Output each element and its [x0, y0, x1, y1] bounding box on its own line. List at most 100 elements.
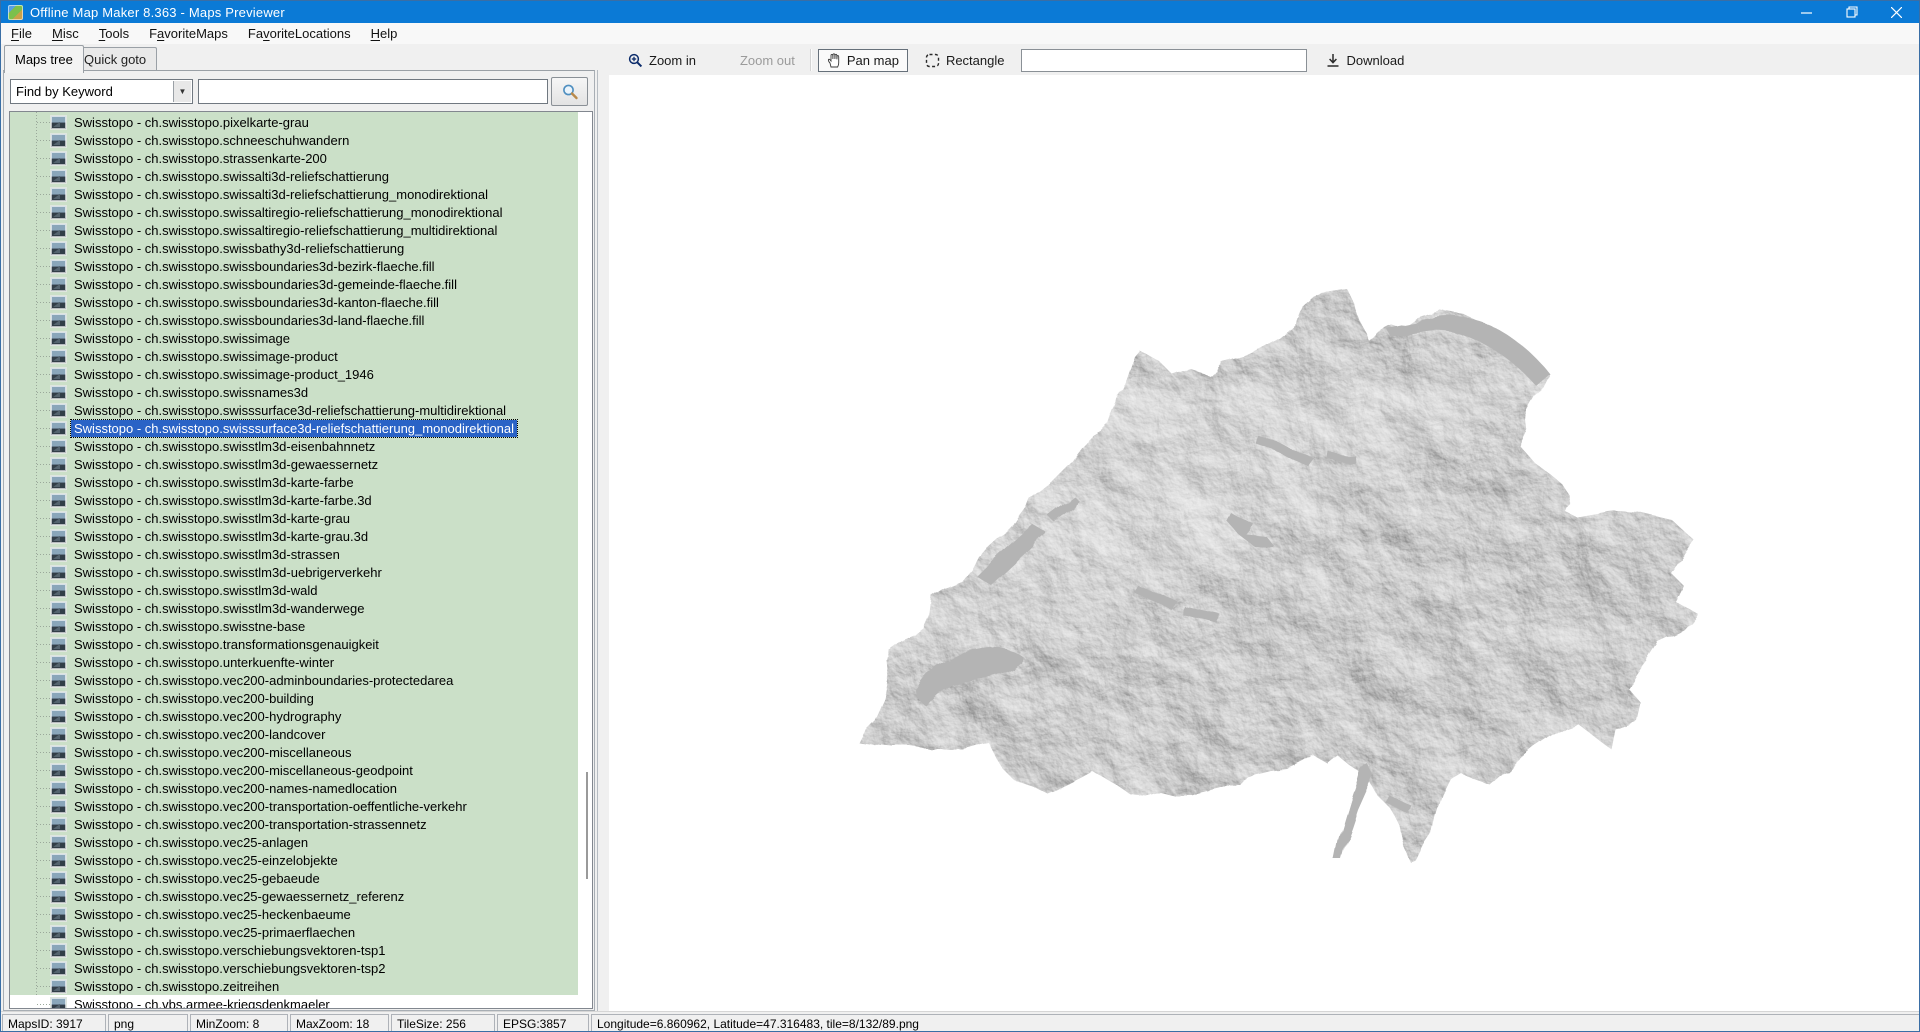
tree-item-label[interactable]: Swisstopo - ch.swisstopo.swissimage [71, 330, 293, 347]
menu-misc[interactable]: Misc [42, 24, 89, 43]
tree-item[interactable]: Swisstopo - ch.swisstopo.vec25-gewaesser… [10, 887, 593, 905]
tree-item[interactable]: Swisstopo - ch.swisstopo.swisstlm3d-kart… [10, 527, 593, 545]
tree-item-label[interactable]: Swisstopo - ch.swisstopo.swissimage-prod… [71, 366, 377, 383]
tree-item[interactable]: Swisstopo - ch.swisstopo.swissimage-prod… [10, 365, 593, 383]
tree-item[interactable]: Swisstopo - ch.swisstopo.verschiebungsve… [10, 959, 593, 977]
tree-item[interactable]: Swisstopo - ch.swisstopo.vec25-heckenbae… [10, 905, 593, 923]
tree-item-label[interactable]: Swisstopo - ch.swisstopo.vec200-building [71, 690, 317, 707]
tree-item[interactable]: Swisstopo - ch.swisstopo.transformations… [10, 635, 593, 653]
tree-item[interactable]: Swisstopo - ch.swisstopo.zeitreihen [10, 977, 593, 995]
tree-item[interactable]: Swisstopo - ch.swisstopo.swisstlm3d-gewa… [10, 455, 593, 473]
tree-item-label[interactable]: Swisstopo - ch.swisstopo.vec200-adminbou… [71, 672, 456, 689]
tree-item-label[interactable]: Swisstopo - ch.swisstopo.swisstlm3d-eise… [71, 438, 378, 455]
find-mode-combobox[interactable]: Find by Keyword ▼ [10, 79, 193, 104]
search-button[interactable] [551, 77, 588, 106]
tree-item[interactable]: Swisstopo - ch.swisstopo.swisssurface3d-… [10, 419, 593, 437]
tree-item[interactable]: Swisstopo - ch.swisstopo.vec25-einzelobj… [10, 851, 593, 869]
tree-item-label[interactable]: Swisstopo - ch.swisstopo.vec200-hydrogra… [71, 708, 344, 725]
map-canvas[interactable] [609, 75, 1920, 1011]
tree-item[interactable]: Swisstopo - ch.swisstopo.swisstlm3d-kart… [10, 491, 593, 509]
tree-item-label[interactable]: Swisstopo - ch.swisstopo.swissboundaries… [71, 312, 427, 329]
tree-item[interactable]: Swisstopo - ch.swisstopo.swissboundaries… [10, 257, 593, 275]
tree-item[interactable]: Swisstopo - ch.swisstopo.vec200-hydrogra… [10, 707, 593, 725]
restore-button[interactable] [1829, 1, 1874, 23]
tree-item-label[interactable]: Swisstopo - ch.swisstopo.swissboundaries… [71, 276, 460, 293]
menu-file[interactable]: File [1, 24, 42, 43]
tree-item-label[interactable]: Swisstopo - ch.swisstopo.vec200-transpor… [71, 816, 430, 833]
tree-item[interactable]: Swisstopo - ch.swisstopo.schneeschuhwand… [10, 131, 593, 149]
tree-item-label[interactable]: Swisstopo - ch.swisstopo.vec25-heckenbae… [71, 906, 354, 923]
tree-item[interactable]: Swisstopo - ch.swisstopo.swissboundaries… [10, 293, 593, 311]
tree-item[interactable]: Swisstopo - ch.swisstopo.swissnames3d [10, 383, 593, 401]
tree-item-label[interactable]: Swisstopo - ch.swisstopo.swissalti3d-rel… [71, 186, 491, 203]
tree-item[interactable]: Swisstopo - ch.swisstopo.swissbathy3d-re… [10, 239, 593, 257]
tree-item-label[interactable]: Swisstopo - ch.swisstopo.swisstlm3d-kart… [71, 492, 375, 509]
minimize-button[interactable] [1784, 1, 1829, 23]
tree-item[interactable]: Swisstopo - ch.swisstopo.swisstne-base [10, 617, 593, 635]
tree-item[interactable]: Swisstopo - ch.swisstopo.swissalti3d-rel… [10, 167, 593, 185]
tree-item-label[interactable]: Swisstopo - ch.swisstopo.swisstlm3d-kart… [71, 474, 357, 491]
tree-item[interactable]: Swisstopo - ch.swisstopo.verschiebungsve… [10, 941, 593, 959]
download-button[interactable]: Download [1317, 49, 1413, 72]
menu-favoritelocations[interactable]: FavoriteLocations [238, 24, 361, 43]
tree-item[interactable]: Swisstopo - ch.swisstopo.strassenkarte-2… [10, 149, 593, 167]
tree-item[interactable]: Swisstopo - ch.swisstopo.vec25-primaerfl… [10, 923, 593, 941]
tree-item-label[interactable]: Swisstopo - ch.swisstopo.zeitreihen [71, 978, 282, 995]
tree-item[interactable]: Swisstopo - ch.swisstopo.vec200-names-na… [10, 779, 593, 797]
tree-item-label[interactable]: Swisstopo - ch.swisstopo.vec25-gebaeude [71, 870, 323, 887]
tree-item-label[interactable]: Swisstopo - ch.swisstopo.swisssurface3d-… [71, 420, 517, 437]
tree-item-label[interactable]: Swisstopo - ch.swisstopo.swisstne-base [71, 618, 308, 635]
tree-item[interactable]: Swisstopo - ch.swisstopo.swissimage [10, 329, 593, 347]
tree-item[interactable]: Swisstopo - ch.swisstopo.unterkuenfte-wi… [10, 653, 593, 671]
tree-item-label[interactable]: Swisstopo - ch.swisstopo.swissboundaries… [71, 294, 442, 311]
pan-map-button[interactable]: Pan map [818, 49, 908, 72]
tree-item[interactable]: Swisstopo - ch.swisstopo.vec200-miscella… [10, 761, 593, 779]
tree-item-label[interactable]: Swisstopo - ch.swisstopo.swisstlm3d-kart… [71, 528, 371, 545]
tree-item-label[interactable]: Swisstopo - ch.swisstopo.swisstlm3d-wald [71, 582, 320, 599]
tree-item-label[interactable]: Swisstopo - ch.swisstopo.swissaltiregio-… [71, 222, 500, 239]
tree-item[interactable]: Swisstopo - ch.swisstopo.swisssurface3d-… [10, 401, 593, 419]
panel-splitter[interactable] [597, 70, 598, 1011]
close-button[interactable] [1874, 1, 1919, 23]
zoom-out-button[interactable]: Zoom out [731, 49, 804, 72]
tree-item-label[interactable]: Swisstopo - ch.swisstopo.swissimage-prod… [71, 348, 341, 365]
tree-item-label[interactable]: Swisstopo - ch.swisstopo.swissaltiregio-… [71, 204, 505, 221]
tree-item-label[interactable]: Swisstopo - ch.swisstopo.vec200-names-na… [71, 780, 400, 797]
tree-item[interactable]: Swisstopo - ch.vbs.armee-kriegsdenkmaele… [10, 995, 593, 1009]
tree-item[interactable]: Swisstopo - ch.swisstopo.vec25-anlagen [10, 833, 593, 851]
tree-item[interactable]: Swisstopo - ch.swisstopo.swisstlm3d-wand… [10, 599, 593, 617]
tree-item-label[interactable]: Swisstopo - ch.swisstopo.swisstlm3d-uebr… [71, 564, 385, 581]
menu-tools[interactable]: Tools [89, 24, 139, 43]
tree-item-label[interactable]: Swisstopo - ch.swisstopo.swisssurface3d-… [71, 402, 509, 419]
tree-item-label[interactable]: Swisstopo - ch.swisstopo.unterkuenfte-wi… [71, 654, 337, 671]
tree-item-label[interactable]: Swisstopo - ch.swisstopo.vec25-primaerfl… [71, 924, 358, 941]
tree-item[interactable]: Swisstopo - ch.swisstopo.swisstlm3d-kart… [10, 473, 593, 491]
tree-item-label[interactable]: Swisstopo - ch.swisstopo.swisstlm3d-wand… [71, 600, 367, 617]
tree-item[interactable]: Swisstopo - ch.swisstopo.pixelkarte-grau [10, 113, 593, 131]
tree-item[interactable]: Swisstopo - ch.swisstopo.swissimage-prod… [10, 347, 593, 365]
tree-item[interactable]: Swisstopo - ch.swisstopo.swissaltiregio-… [10, 221, 593, 239]
tree-item[interactable]: Swisstopo - ch.swisstopo.vec25-gebaeude [10, 869, 593, 887]
search-input[interactable] [198, 79, 548, 104]
tree-item-label[interactable]: Swisstopo - ch.swisstopo.verschiebungsve… [71, 960, 388, 977]
tab-maps-tree[interactable]: Maps tree [4, 45, 84, 73]
tree-item[interactable]: Swisstopo - ch.swisstopo.swisstlm3d-uebr… [10, 563, 593, 581]
tree-item-label[interactable]: Swisstopo - ch.swisstopo.vec200-miscella… [71, 744, 354, 761]
rectangle-button[interactable]: Rectangle [916, 49, 1014, 72]
tree-item-label[interactable]: Swisstopo - ch.swisstopo.transformations… [71, 636, 382, 653]
tree-item[interactable]: Swisstopo - ch.swisstopo.vec200-transpor… [10, 797, 593, 815]
tree-item[interactable]: Swisstopo - ch.swisstopo.swissaltiregio-… [10, 203, 593, 221]
tree-item[interactable]: Swisstopo - ch.swisstopo.vec200-transpor… [10, 815, 593, 833]
tree-item-label[interactable]: Swisstopo - ch.swisstopo.swisstlm3d-gewa… [71, 456, 381, 473]
tree-item-label[interactable]: Swisstopo - ch.swisstopo.swissalti3d-rel… [71, 168, 392, 185]
tree-item[interactable]: Swisstopo - ch.swisstopo.vec200-building [10, 689, 593, 707]
tree-item-label[interactable]: Swisstopo - ch.swisstopo.pixelkarte-grau [71, 114, 312, 131]
tree-item-label[interactable]: Swisstopo - ch.swisstopo.swissboundaries… [71, 258, 438, 275]
tree-item-label[interactable]: Swisstopo - ch.swisstopo.swissnames3d [71, 384, 311, 401]
tree-item-label[interactable]: Swisstopo - ch.swisstopo.vec200-miscella… [71, 762, 416, 779]
tree-scrollbar-thumb[interactable] [586, 772, 588, 879]
tree-item[interactable]: Swisstopo - ch.swisstopo.swisstlm3d-kart… [10, 509, 593, 527]
tree-item-label[interactable]: Swisstopo - ch.swisstopo.vec25-gewaesser… [71, 888, 407, 905]
tree-item-label[interactable]: Swisstopo - ch.swisstopo.vec200-landcove… [71, 726, 328, 743]
menu-help[interactable]: Help [361, 24, 408, 43]
